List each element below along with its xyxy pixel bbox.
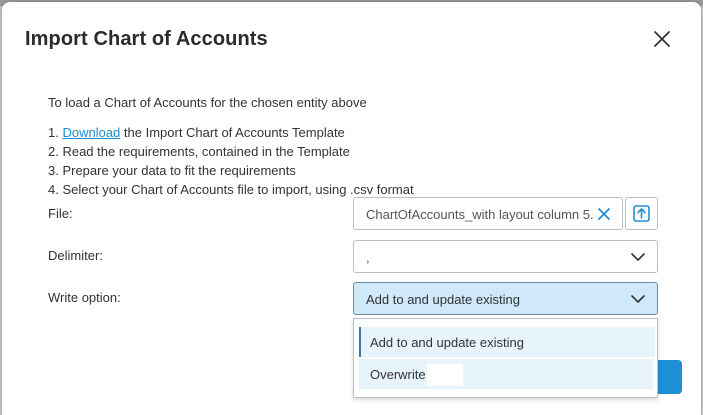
upload-button[interactable] (625, 197, 658, 230)
chevron-down-icon (631, 295, 645, 303)
import-button[interactable] (656, 360, 682, 394)
file-name-value: ChartOfAccounts_with layout column 5. (366, 207, 594, 222)
step-2: 2. Read the requirements, contained in t… (48, 144, 350, 159)
import-dialog: Import Chart of Accounts To load a Chart… (2, 2, 701, 415)
chevron-down-icon (631, 253, 645, 261)
option-overwrite[interactable]: Overwrite (359, 359, 653, 389)
option-highlight-gap (427, 364, 463, 386)
write-option-value: Add to and update existing (366, 292, 520, 307)
option-add-update[interactable]: Add to and update existing (359, 327, 655, 357)
file-field[interactable]: ChartOfAccounts_with layout column 5. (353, 197, 623, 230)
clear-x-icon[interactable] (597, 207, 611, 221)
write-option-dropdown: Add to and update existing Overwrite (353, 318, 658, 398)
upload-icon (633, 205, 650, 222)
close-icon (654, 31, 670, 47)
delimiter-select[interactable]: , (353, 240, 658, 273)
delimiter-label: Delimiter: (48, 248, 103, 263)
write-option-select[interactable]: Add to and update existing (353, 282, 658, 315)
write-option-label: Write option: (48, 290, 121, 305)
step-3: 3. Prepare your data to fit the requirem… (48, 163, 296, 178)
download-template-link[interactable]: Download (62, 125, 120, 140)
delimiter-value: , (366, 250, 370, 265)
intro-text: To load a Chart of Accounts for the chos… (48, 95, 367, 110)
instruction-steps: 1. Download the Import Chart of Accounts… (48, 123, 414, 199)
close-button[interactable] (650, 27, 674, 51)
file-label: File: (48, 206, 73, 221)
step-1: 1. Download the Import Chart of Accounts… (48, 125, 345, 140)
dialog-title: Import Chart of Accounts (25, 28, 268, 50)
